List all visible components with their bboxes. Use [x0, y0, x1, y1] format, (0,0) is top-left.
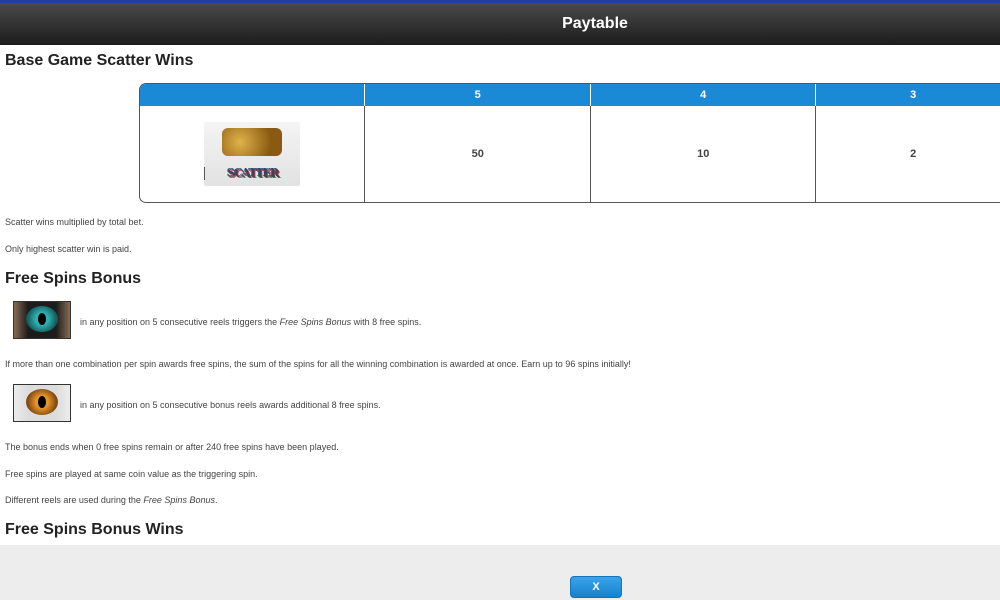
note-scatter-highest: Only highest scatter win is paid. — [5, 244, 132, 254]
section-title-free-spins-wins: Free Spins Bonus Wins — [5, 521, 184, 538]
symbol-cell: SCATTER — [140, 106, 364, 202]
payout-cell-4: 10 — [589, 106, 815, 202]
note-combination: If more than one combination per spin aw… — [5, 359, 631, 369]
paytable-header: Paytable — [0, 3, 1000, 45]
amber-eye-symbol-icon — [13, 384, 71, 422]
note-reels-emphasis: Free Spins Bonus — [143, 495, 215, 505]
note-reels-suffix: . — [214, 495, 218, 505]
close-button[interactable]: X — [570, 576, 622, 598]
header-cell-4: 4 — [589, 84, 815, 106]
section-title-free-spins: Free Spins Bonus — [5, 270, 142, 287]
payout-cell-3: 2 — [815, 106, 1000, 202]
note-coin-value: Free spins are played at same coin value… — [5, 469, 258, 479]
note-teal-eye-emphasis: Free Spins Bonus — [279, 317, 352, 327]
note-amber-eye: in any position on 5 consecutive bonus r… — [80, 400, 381, 410]
note-different-reels: Different reels are used during the Free… — [5, 495, 217, 505]
scatter-symbol-label: SCATTER — [204, 167, 301, 180]
teal-eye-symbol-icon — [13, 301, 71, 339]
paytable-header-row: 5 4 3 — [140, 84, 1000, 106]
note-bonus-end: The bonus ends when 0 free spins remain … — [5, 442, 339, 452]
gold-treasure-graphic — [222, 128, 283, 156]
note-teal-eye: in any position on 5 consecutive reels t… — [80, 317, 421, 327]
page-title: Paytable — [562, 15, 628, 32]
note-reels-text: Different reels are used during the — [5, 495, 144, 505]
scatter-paytable: 5 4 3 SCATTER 50 10 2 — [139, 83, 1000, 203]
header-cell-symbol — [140, 84, 364, 106]
note-teal-eye-suffix: with 8 free spins. — [351, 317, 422, 327]
section-title-scatter: Base Game Scatter Wins — [5, 52, 194, 69]
paytable-content[interactable]: Base Game Scatter Wins 5 4 3 SCATTER 50 … — [0, 45, 1000, 545]
note-scatter-multiplied: Scatter wins multiplied by total bet. — [5, 217, 144, 227]
scatter-symbol-icon: SCATTER — [204, 122, 301, 186]
paytable-footer: X — [0, 545, 1000, 600]
paytable-row: SCATTER 50 10 2 — [140, 106, 1000, 202]
header-cell-3: 3 — [815, 84, 1000, 106]
header-cell-5: 5 — [364, 84, 589, 106]
payout-cell-5: 50 — [364, 106, 589, 202]
note-teal-eye-text: in any position on 5 consecutive reels t… — [80, 317, 280, 327]
